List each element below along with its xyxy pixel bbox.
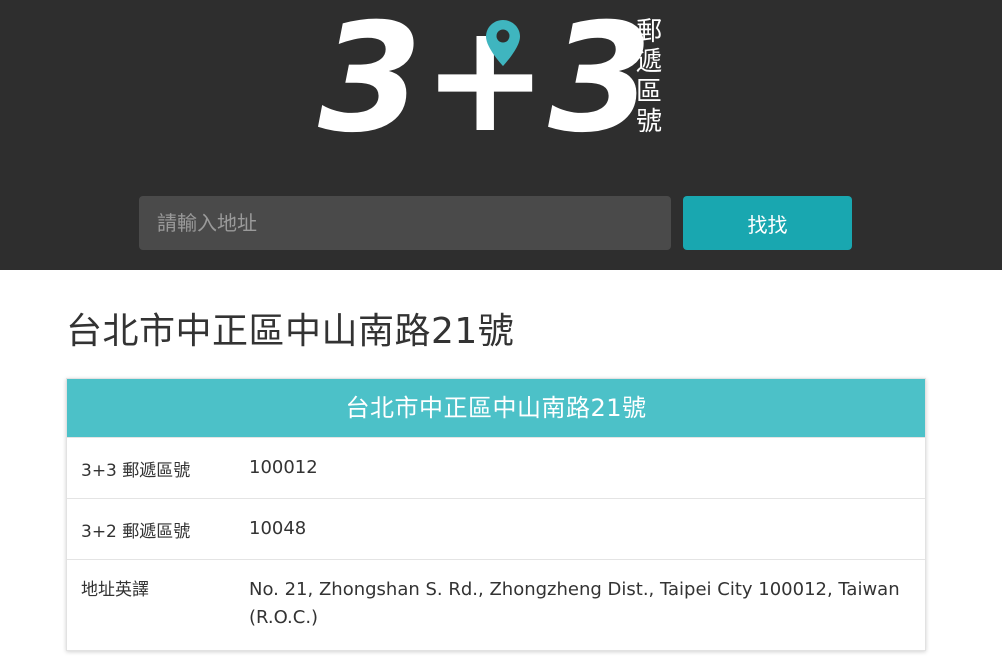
logo-graphic: 3+3 郵 遞 區 號	[318, 10, 662, 145]
logo-numerals: 3+3	[318, 10, 652, 145]
table-row: 3+3 郵遞區號 100012	[67, 437, 925, 498]
site-header: 3+3 郵 遞 區 號 找找	[0, 0, 1002, 270]
card-header-title: 台北市中正區中山南路21號	[67, 379, 925, 437]
site-logo[interactable]: 3+3 郵 遞 區 號	[318, 10, 678, 145]
logo-tagline-char: 遞	[636, 47, 662, 77]
result-card: 台北市中正區中山南路21號 3+3 郵遞區號 100012 3+2 郵遞區號 1…	[66, 378, 926, 651]
table-row: 3+2 郵遞區號 10048	[67, 498, 925, 559]
zipcode-3plus2-value: 10048	[249, 518, 307, 539]
row-label: 3+2 郵遞區號	[81, 521, 191, 542]
logo-tagline-char: 郵	[636, 17, 662, 47]
page-title: 台北市中正區中山南路21號	[66, 311, 515, 352]
search-button[interactable]: 找找	[683, 196, 852, 250]
logo-tagline-char: 區	[636, 77, 662, 107]
row-label: 3+3 郵遞區號	[81, 460, 191, 481]
row-label: 地址英譯	[81, 580, 149, 600]
english-address-value: No. 21, Zhongshan S. Rd., Zhongzheng Dis…	[249, 579, 900, 628]
address-search-input[interactable]	[139, 196, 671, 250]
table-row: 地址英譯 No. 21, Zhongshan S. Rd., Zhongzhen…	[67, 559, 925, 650]
search-bar: 找找	[139, 196, 852, 250]
logo-tagline: 郵 遞 區 號	[636, 17, 662, 137]
logo-tagline-char: 號	[636, 107, 662, 137]
zipcode-3plus3-value: 100012	[249, 457, 318, 478]
